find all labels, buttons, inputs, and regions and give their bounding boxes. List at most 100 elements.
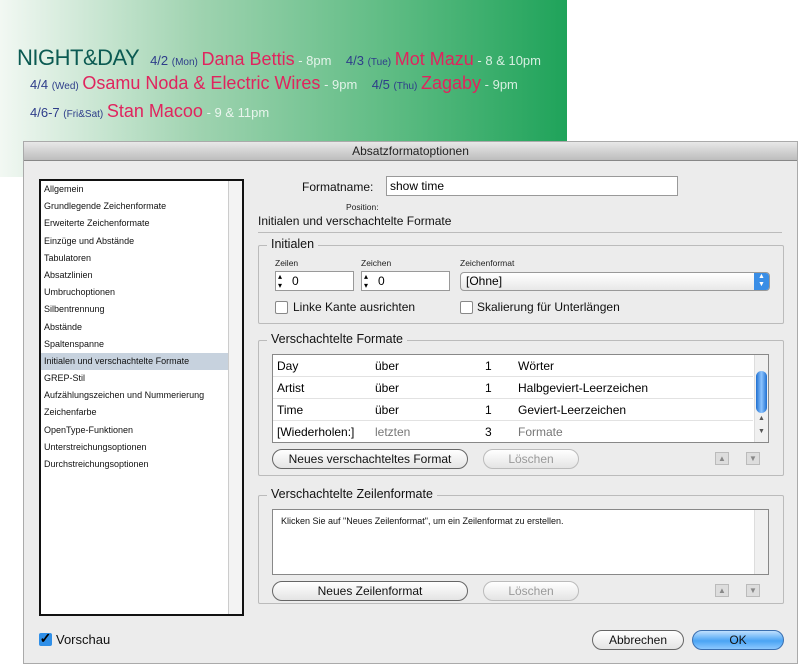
nested-style-cell: über bbox=[375, 381, 400, 395]
nested-style-cell: Artist bbox=[277, 381, 305, 395]
zeichenformat-label: Zeichenformat bbox=[460, 258, 515, 268]
scroll-up-icon[interactable]: ▲ bbox=[758, 415, 765, 422]
section-title: Initialen und verschachtelte Formate bbox=[258, 214, 452, 228]
verschachtelte-formate-title: Verschachtelte Formate bbox=[267, 332, 408, 346]
category-item[interactable]: Erweiterte Zeichenformate bbox=[41, 215, 228, 232]
scroll-down-icon[interactable]: ▼ bbox=[758, 428, 765, 435]
category-item[interactable]: Umbruchoptionen bbox=[41, 284, 228, 301]
category-item[interactable]: Tabulatoren bbox=[41, 250, 228, 267]
linke-kante-label: Linke Kante ausrichten bbox=[293, 300, 416, 314]
cancel-button[interactable]: Abbrechen bbox=[592, 630, 684, 650]
scrollbar-thumb[interactable] bbox=[756, 371, 767, 413]
nested-style-cell: Formate bbox=[518, 425, 563, 439]
event-artist: Osamu Noda & Electric Wires bbox=[82, 73, 321, 93]
banner-line-3: 4/6-7 (Fri&Sat) Stan Macoo - 9 & 11pm bbox=[30, 101, 269, 122]
line-styles-list[interactable]: Klicken Sie auf "Neues Zeilenformat", um… bbox=[272, 509, 769, 575]
banner-logo: NIGHT&DAY bbox=[17, 45, 140, 70]
event-date: 4/6-7 bbox=[30, 105, 60, 120]
zeilen-stepper[interactable]: 0 bbox=[275, 271, 354, 291]
initialen-title: Initialen bbox=[267, 237, 319, 251]
category-item[interactable]: Absatzlinien bbox=[41, 267, 228, 284]
stepper-arrows-icon[interactable]: ▴ ▾ bbox=[278, 272, 282, 290]
zeilen-label: Zeilen bbox=[275, 258, 299, 268]
dialog-title: Absatzformatoptionen bbox=[24, 142, 797, 161]
category-item[interactable]: Aufzählungszeichen und Nummerierung bbox=[41, 387, 228, 404]
event-artist: Zagaby bbox=[420, 73, 482, 93]
zeichen-stepper[interactable]: 0 bbox=[361, 271, 450, 291]
nested-style-cell: Halbgeviert-Leerzeichen bbox=[518, 381, 649, 395]
skalierung-checkbox[interactable] bbox=[460, 301, 473, 314]
nested-style-row[interactable]: Time über 1 Geviert-Leerzeichen bbox=[273, 399, 753, 421]
delete-nested-style-button[interactable]: Löschen bbox=[483, 449, 579, 469]
delete-line-style-button[interactable]: Löschen bbox=[483, 581, 579, 601]
event-day: (Tue) bbox=[367, 57, 392, 68]
nested-style-cell: 1 bbox=[485, 381, 492, 395]
nested-style-cell: 3 bbox=[485, 425, 492, 439]
initialen-group: Initialen Zeilen 0 ▴ ▾ Zeichen 0 ▴ ▾ Zeich… bbox=[258, 237, 784, 324]
banner-line-1: NIGHT&DAY 4/2 (Mon) Dana Bettis - 8pm 4/… bbox=[17, 45, 541, 71]
category-item[interactable]: GREP-Stil bbox=[41, 370, 228, 387]
nested-style-row[interactable]: [Wiederholen:] letzten 3 Formate bbox=[273, 421, 753, 442]
select-arrows-icon[interactable]: ▲ ▼ bbox=[754, 273, 769, 290]
event-day: (Thu) bbox=[393, 81, 418, 92]
nested-style-row[interactable]: Day über 1 Wörter bbox=[273, 355, 753, 377]
nested-style-cell: 1 bbox=[485, 359, 492, 373]
formatname-label: Formatname: bbox=[302, 180, 374, 194]
event-date: 4/4 bbox=[30, 77, 49, 92]
nested-style-cell: über bbox=[375, 359, 400, 373]
nested-style-cell: über bbox=[375, 403, 400, 417]
preview-label: Vorschau bbox=[56, 632, 111, 647]
zeichenformat-select[interactable]: [Ohne] bbox=[460, 272, 770, 291]
nested-style-cell: Geviert-Leerzeichen bbox=[518, 403, 627, 417]
move-up-icon[interactable]: ▲ bbox=[715, 584, 729, 597]
event-day: (Mon) bbox=[171, 57, 198, 68]
nested-style-cell: Day bbox=[277, 359, 299, 373]
nested-style-row[interactable]: Artist über 1 Halbgeviert-Leerzeichen bbox=[273, 377, 753, 399]
position-label: Position: bbox=[346, 202, 379, 212]
event-time: - 8 & 10pm bbox=[477, 53, 541, 68]
event-artist: Stan Macoo bbox=[106, 101, 203, 121]
event-day: (Fri&Sat) bbox=[63, 109, 104, 120]
table-scrollbar[interactable]: ▲ ▼ bbox=[754, 355, 768, 442]
formatname-input[interactable]: show time bbox=[386, 176, 678, 196]
verschachtelte-formate-group: Verschachtelte Formate Day über 1 Wörter Art… bbox=[258, 332, 784, 476]
nested-style-cell: Time bbox=[277, 403, 304, 417]
category-list[interactable]: Allgemein Grundlegende Zeichenformate Erwe… bbox=[39, 179, 244, 616]
event-date: 4/3 bbox=[345, 53, 364, 68]
new-nested-style-button[interactable]: Neues verschachteltes Format bbox=[272, 449, 468, 469]
move-up-icon[interactable]: ▲ bbox=[715, 452, 729, 465]
event-time: - 9pm bbox=[324, 77, 358, 92]
nested-style-cell: [Wiederholen:] bbox=[277, 425, 355, 439]
category-item[interactable]: Initialen und verschachtelte Formate bbox=[41, 352, 228, 371]
nested-style-cell: Wörter bbox=[518, 359, 554, 373]
category-item[interactable]: Grundlegende Zeichenformate bbox=[41, 198, 228, 215]
category-item[interactable]: Silbentrennung bbox=[41, 301, 228, 318]
event-date: 4/5 bbox=[371, 77, 390, 92]
list-scrollbar[interactable] bbox=[228, 181, 242, 614]
category-item[interactable]: Unterstreichungsoptionen bbox=[41, 439, 228, 456]
event-time: - 8pm bbox=[298, 53, 332, 68]
ok-button[interactable]: OK bbox=[692, 630, 784, 650]
move-down-icon[interactable]: ▼ bbox=[746, 584, 760, 597]
category-item[interactable]: Durchstreichungsoptionen bbox=[41, 456, 228, 473]
skalierung-label: Skalierung für Unterlängen bbox=[477, 300, 620, 314]
zeichen-label: Zeichen bbox=[361, 258, 392, 268]
linke-kante-checkbox[interactable] bbox=[275, 301, 288, 314]
category-item[interactable]: Allgemein bbox=[41, 181, 228, 198]
preview-checkbox[interactable]: ✓ bbox=[39, 631, 52, 646]
event-artist: Dana Bettis bbox=[201, 49, 295, 69]
event-day: (Wed) bbox=[51, 81, 79, 92]
category-item[interactable]: OpenType-Funktionen bbox=[41, 422, 228, 439]
divider bbox=[258, 232, 782, 233]
category-item[interactable]: Einzüge und Abstände bbox=[41, 233, 228, 250]
category-item[interactable]: Spaltenspanne bbox=[41, 336, 228, 353]
list-scrollbar[interactable] bbox=[754, 510, 768, 574]
move-down-icon[interactable]: ▼ bbox=[746, 452, 760, 465]
category-item[interactable]: Abstände bbox=[41, 319, 228, 336]
stepper-arrows-icon[interactable]: ▴ ▾ bbox=[364, 272, 368, 290]
new-line-style-button[interactable]: Neues Zeilenformat bbox=[272, 581, 468, 601]
nested-styles-table[interactable]: Day über 1 Wörter Artist über 1 Halbgeviert-Lee… bbox=[272, 354, 769, 443]
category-item[interactable]: Zeichenfarbe bbox=[41, 404, 228, 421]
zeilenformate-title: Verschachtelte Zeilenformate bbox=[267, 487, 437, 501]
verschachtelte-zeilenformate-group: Verschachtelte Zeilenformate Klicken Sie… bbox=[258, 487, 784, 604]
